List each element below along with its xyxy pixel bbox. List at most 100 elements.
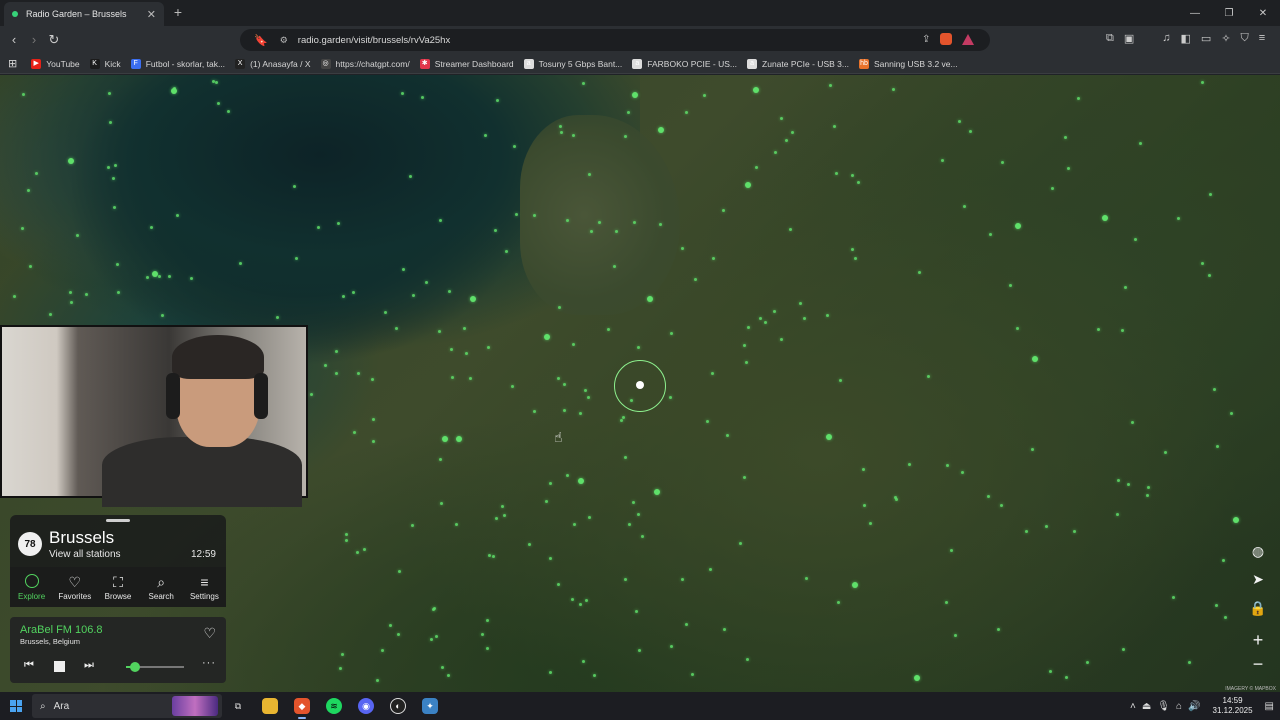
station-dot[interactable] [465, 352, 468, 355]
station-dot[interactable] [869, 522, 872, 525]
station-dot[interactable] [862, 468, 865, 471]
brave-rewards-icon[interactable] [962, 33, 975, 45]
station-dot[interactable] [1064, 136, 1067, 139]
station-dot[interactable] [590, 230, 593, 233]
station-dot[interactable] [310, 393, 313, 396]
forward-button[interactable]: › [26, 32, 42, 48]
station-dot[interactable] [799, 302, 802, 305]
station-dot[interactable] [27, 189, 30, 192]
station-dot[interactable] [711, 372, 714, 375]
station-dot[interactable] [495, 517, 498, 520]
station-dot[interactable] [545, 500, 548, 503]
station-dot[interactable] [1065, 676, 1068, 679]
station-dot[interactable] [432, 608, 435, 611]
station-dot[interactable] [1009, 284, 1012, 287]
station-dot[interactable] [293, 185, 296, 188]
bookmark-icon[interactable]: 🔖 [254, 34, 268, 47]
station-dot[interactable] [572, 134, 575, 137]
bookmark-item[interactable]: a Tosuny 5 Gbps Bant... [523, 58, 622, 69]
station-dot[interactable] [593, 674, 596, 677]
station-dot[interactable] [894, 496, 897, 499]
station-dot[interactable] [1117, 479, 1120, 482]
station-dot[interactable] [1222, 559, 1225, 562]
station-dot[interactable] [659, 223, 662, 226]
station-dot[interactable] [706, 420, 709, 423]
next-icon[interactable]: ⏭ [84, 659, 94, 672]
volume-knob[interactable] [129, 662, 140, 672]
station-dot[interactable] [1031, 448, 1034, 451]
station-dot[interactable] [826, 314, 829, 317]
station-dot[interactable] [150, 226, 153, 229]
station-dot[interactable] [549, 482, 552, 485]
bookmark-item[interactable]: ◎ https://chatgpt.com/ [320, 58, 410, 69]
station-dot[interactable] [747, 326, 750, 329]
station-dot[interactable] [356, 551, 359, 554]
station-dot[interactable] [448, 290, 451, 293]
station-dot[interactable] [669, 396, 672, 399]
station-dot[interactable] [857, 181, 860, 184]
station-dot[interactable] [345, 533, 348, 536]
station-dot[interactable] [927, 375, 930, 378]
station-dot[interactable] [441, 666, 444, 669]
station-dot[interactable] [892, 88, 895, 91]
station-dot[interactable] [549, 671, 552, 674]
station-dot[interactable] [641, 535, 644, 538]
station-dot[interactable] [764, 321, 767, 324]
station-dot[interactable] [654, 489, 660, 495]
station-dot[interactable] [958, 120, 961, 123]
apps-grid-icon[interactable]: ⊞ [8, 57, 17, 70]
taskbar-search[interactable]: ⌕ Ara [32, 694, 222, 718]
station-dot[interactable] [722, 209, 725, 212]
station-dot[interactable] [1116, 513, 1119, 516]
selected-location-dot[interactable] [636, 381, 644, 389]
station-dot[interactable] [1172, 596, 1175, 599]
bookmark-item[interactable]: hb Sanning USB 3.2 ve... [858, 58, 958, 69]
station-dot[interactable] [745, 182, 751, 188]
station-dot[interactable] [670, 645, 673, 648]
station-dot[interactable] [1045, 525, 1048, 528]
station-dot[interactable] [709, 568, 712, 571]
station-dot[interactable] [430, 638, 433, 641]
station-dot[interactable] [1213, 388, 1216, 391]
brave-browser-icon[interactable]: ◆ [286, 692, 318, 720]
station-dot[interactable] [168, 275, 171, 278]
station-dot[interactable] [780, 338, 783, 341]
station-dot[interactable] [227, 110, 230, 113]
station-dot[interactable] [488, 554, 491, 557]
station-dot[interactable] [851, 248, 854, 251]
station-dot[interactable] [376, 679, 379, 682]
start-button[interactable] [0, 692, 32, 720]
station-dot[interactable] [607, 328, 610, 331]
station-dot[interactable] [1208, 274, 1211, 277]
station-dot[interactable] [759, 317, 762, 320]
station-dot[interactable] [582, 660, 585, 663]
bookmark-item[interactable]: K Kick [89, 58, 121, 69]
bookmark-item[interactable]: ▶ YouTube [31, 58, 80, 69]
station-dot[interactable] [1086, 661, 1089, 664]
tray-overflow-icon[interactable]: ˄ [1130, 701, 1136, 712]
station-dot[interactable] [833, 125, 836, 128]
station-dot[interactable] [295, 257, 298, 260]
station-dot[interactable] [451, 376, 454, 379]
station-dot[interactable] [829, 84, 832, 87]
station-dot[interactable] [774, 151, 777, 154]
station-dot[interactable] [357, 372, 360, 375]
eject-icon[interactable]: ⏏ [1142, 701, 1151, 712]
station-dot[interactable] [694, 278, 697, 281]
station-dot[interactable] [854, 257, 857, 260]
station-dot[interactable] [239, 262, 242, 265]
station-dot[interactable] [511, 385, 514, 388]
station-dot[interactable] [681, 578, 684, 581]
station-dot[interactable] [513, 145, 516, 148]
network-app-icon[interactable]: ✦ [414, 692, 446, 720]
station-dot[interactable] [215, 81, 218, 84]
station-dot[interactable] [173, 87, 176, 90]
station-dot[interactable] [494, 229, 497, 232]
globe-view-icon[interactable]: ◍ [1246, 540, 1270, 562]
share-icon[interactable]: ⇪ [922, 34, 930, 45]
station-dot[interactable] [638, 649, 641, 652]
station-dot[interactable] [76, 234, 79, 237]
panel-drag-handle[interactable] [106, 519, 130, 522]
previous-icon[interactable]: ⏮ [24, 659, 34, 672]
notifications-icon[interactable]: ▤ [1265, 701, 1274, 712]
